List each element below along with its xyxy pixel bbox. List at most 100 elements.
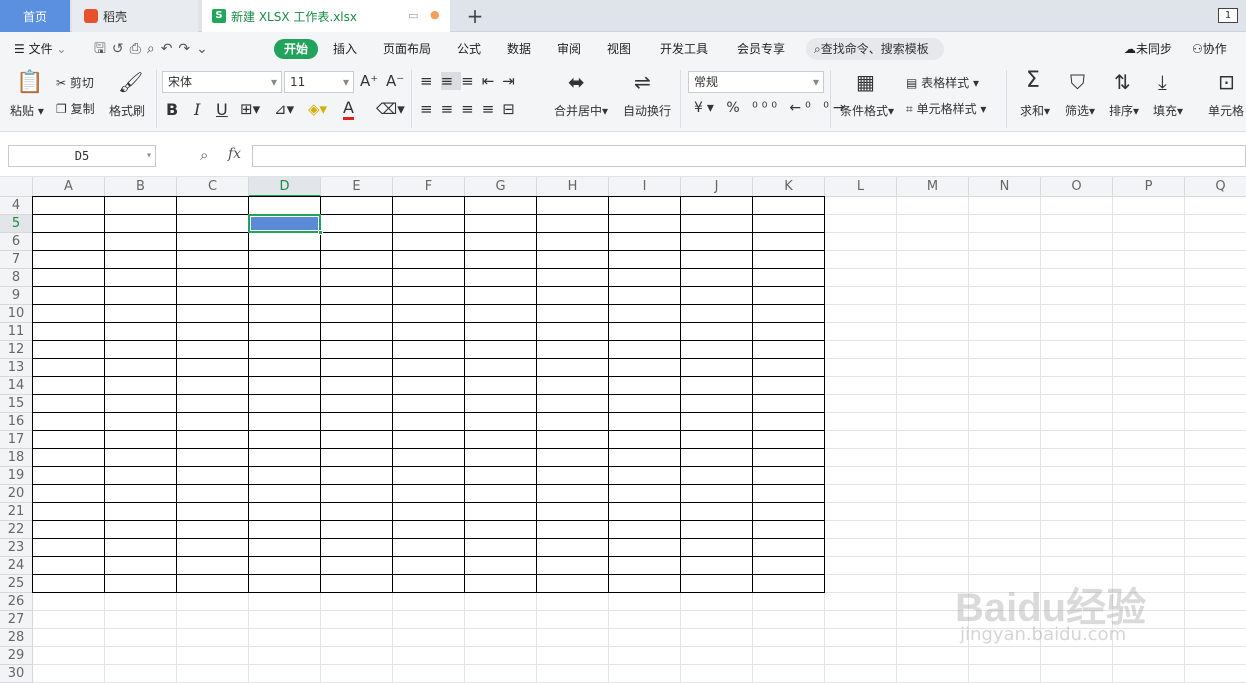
font-grow-button[interactable]: A⁺ — [360, 72, 378, 90]
row-header-4[interactable]: 4 — [0, 197, 33, 215]
border-button[interactable]: ⊞▾ — [240, 100, 260, 118]
number-format-select[interactable]: 常规 ▾ — [688, 71, 824, 93]
sort-button[interactable]: 排序▾ — [1109, 102, 1139, 119]
row-header-28[interactable]: 28 — [0, 629, 33, 647]
tab-view[interactable]: 视图 — [607, 39, 631, 59]
collab-button[interactable]: ⚇协作 — [1192, 39, 1227, 59]
tab-member[interactable]: 会员专享 — [737, 39, 785, 59]
filter-button[interactable]: 筛选▾ — [1065, 102, 1095, 119]
paste-icon[interactable]: 📋 — [16, 70, 43, 95]
tab-page-layout[interactable]: 页面布局 — [383, 39, 431, 59]
merge-center-button[interactable]: 合并居中▾ — [554, 102, 608, 119]
row-header-7[interactable]: 7 — [0, 251, 33, 269]
column-header-e[interactable]: E — [321, 177, 393, 197]
brush-icon[interactable]: 🖌 — [118, 70, 143, 94]
column-header-p[interactable]: P — [1113, 177, 1185, 197]
column-header-a[interactable]: A — [33, 177, 105, 197]
font-color-icon[interactable]: A — [343, 98, 354, 120]
column-header-i[interactable]: I — [609, 177, 681, 197]
column-header-l[interactable]: L — [825, 177, 897, 197]
sync-button[interactable]: ☁未同步 — [1124, 39, 1172, 59]
bold-button[interactable]: B — [166, 100, 178, 119]
row-header-21[interactable]: 21 — [0, 503, 33, 521]
column-header-j[interactable]: J — [681, 177, 753, 197]
row-header-17[interactable]: 17 — [0, 431, 33, 449]
cell-style-button[interactable]: ⌗ 单元格样式 ▾ — [906, 100, 986, 117]
table-style-button[interactable]: ▤ 表格样式 ▾ — [906, 74, 979, 91]
command-search[interactable]: ⌕查找命令、搜索模板 — [806, 38, 944, 60]
row-header-12[interactable]: 12 — [0, 341, 33, 359]
row-header-18[interactable]: 18 — [0, 449, 33, 467]
selected-cell[interactable] — [248, 214, 323, 235]
cell-button[interactable]: 单元格 — [1208, 102, 1244, 119]
sum-button[interactable]: 求和▾ — [1020, 102, 1050, 119]
row-header-29[interactable]: 29 — [0, 647, 33, 665]
copy-button[interactable]: ❐ 复制 — [56, 100, 95, 117]
fill-color-icon[interactable]: ◈▾ — [308, 100, 327, 118]
row-header-6[interactable]: 6 — [0, 233, 33, 251]
row-header-19[interactable]: 19 — [0, 467, 33, 485]
paste-button[interactable]: 粘贴 ▾ — [10, 102, 44, 119]
italic-button[interactable]: I — [194, 100, 200, 119]
tab-document[interactable]: S 新建 XLSX 工作表.xlsx ▭ ● — [202, 0, 450, 32]
row-header-15[interactable]: 15 — [0, 395, 33, 413]
horizontal-align-icons[interactable]: ≡≡≡≡⊟ — [420, 100, 523, 118]
column-header-q[interactable]: Q — [1185, 177, 1246, 197]
fill-button[interactable]: 填充▾ — [1153, 102, 1183, 119]
monitor-icon[interactable]: ▭ — [408, 9, 418, 22]
vertical-align-icons[interactable]: ≡≡≡⇤⇥ — [420, 72, 523, 90]
zoom-icon[interactable]: ⌕ — [200, 146, 208, 164]
fill-handle[interactable] — [318, 230, 323, 235]
row-header-9[interactable]: 9 — [0, 287, 33, 305]
format-painter-button[interactable]: 格式刷 — [109, 102, 145, 119]
quick-access-icons[interactable]: 🖫↺⎙⌕↶↷⌄ — [94, 39, 214, 59]
row-header-14[interactable]: 14 — [0, 377, 33, 395]
row-header-22[interactable]: 22 — [0, 521, 33, 539]
row-header-10[interactable]: 10 — [0, 305, 33, 323]
row-header-20[interactable]: 20 — [0, 485, 33, 503]
font-name-select[interactable]: 宋体 ▾ — [162, 71, 282, 93]
cell-style-quick-button[interactable]: ⊿▾ — [274, 100, 294, 118]
column-header-b[interactable]: B — [105, 177, 177, 197]
row-header-25[interactable]: 25 — [0, 575, 33, 593]
row-header-30[interactable]: 30 — [0, 665, 33, 683]
underline-button[interactable]: U — [216, 100, 228, 119]
column-header-o[interactable]: O — [1041, 177, 1113, 197]
row-header-23[interactable]: 23 — [0, 539, 33, 557]
column-header-k[interactable]: K — [753, 177, 825, 197]
tab-data[interactable]: 数据 — [507, 39, 531, 59]
fx-button[interactable]: fx — [228, 146, 241, 162]
tab-review[interactable]: 审阅 — [557, 39, 581, 59]
eraser-icon[interactable]: ⌫▾ — [376, 100, 405, 118]
select-all-corner[interactable] — [0, 177, 33, 197]
tab-formula[interactable]: 公式 — [457, 39, 481, 59]
column-header-n[interactable]: N — [969, 177, 1041, 197]
row-header-5[interactable]: 5 — [0, 215, 33, 233]
row-header-24[interactable]: 24 — [0, 557, 33, 575]
font-size-select[interactable]: 11 ▾ — [284, 71, 354, 93]
column-header-g[interactable]: G — [465, 177, 537, 197]
row-header-27[interactable]: 27 — [0, 611, 33, 629]
row-header-26[interactable]: 26 — [0, 593, 33, 611]
tab-start[interactable]: 开始 — [274, 39, 319, 59]
formula-input[interactable] — [252, 145, 1246, 167]
tab-home[interactable]: 首页 — [0, 0, 70, 32]
row-header-13[interactable]: 13 — [0, 359, 33, 377]
column-header-h[interactable]: H — [537, 177, 609, 197]
row-header-16[interactable]: 16 — [0, 413, 33, 431]
name-box[interactable]: D5 ▾ — [8, 145, 156, 167]
tab-insert[interactable]: 插入 — [333, 39, 357, 59]
new-tab-button[interactable]: + — [460, 0, 490, 32]
column-header-m[interactable]: M — [897, 177, 969, 197]
file-menu[interactable]: ☰ 文件 ⌄ — [14, 39, 66, 59]
window-count-badge[interactable]: 1 — [1218, 8, 1238, 23]
conditional-format-button[interactable]: 条件格式▾ — [840, 102, 894, 119]
tab-docer[interactable]: 稻壳 — [72, 0, 198, 32]
cut-button[interactable]: ✂ 剪切 — [56, 74, 94, 91]
column-header-d[interactable]: D — [249, 177, 321, 197]
row-header-8[interactable]: 8 — [0, 269, 33, 287]
column-header-f[interactable]: F — [393, 177, 465, 197]
row-header-11[interactable]: 11 — [0, 323, 33, 341]
number-format-icons[interactable]: ¥▾ % ⁰⁰⁰ ←⁰ ⁰→ — [694, 100, 849, 116]
tab-developer[interactable]: 开发工具 — [660, 39, 708, 59]
